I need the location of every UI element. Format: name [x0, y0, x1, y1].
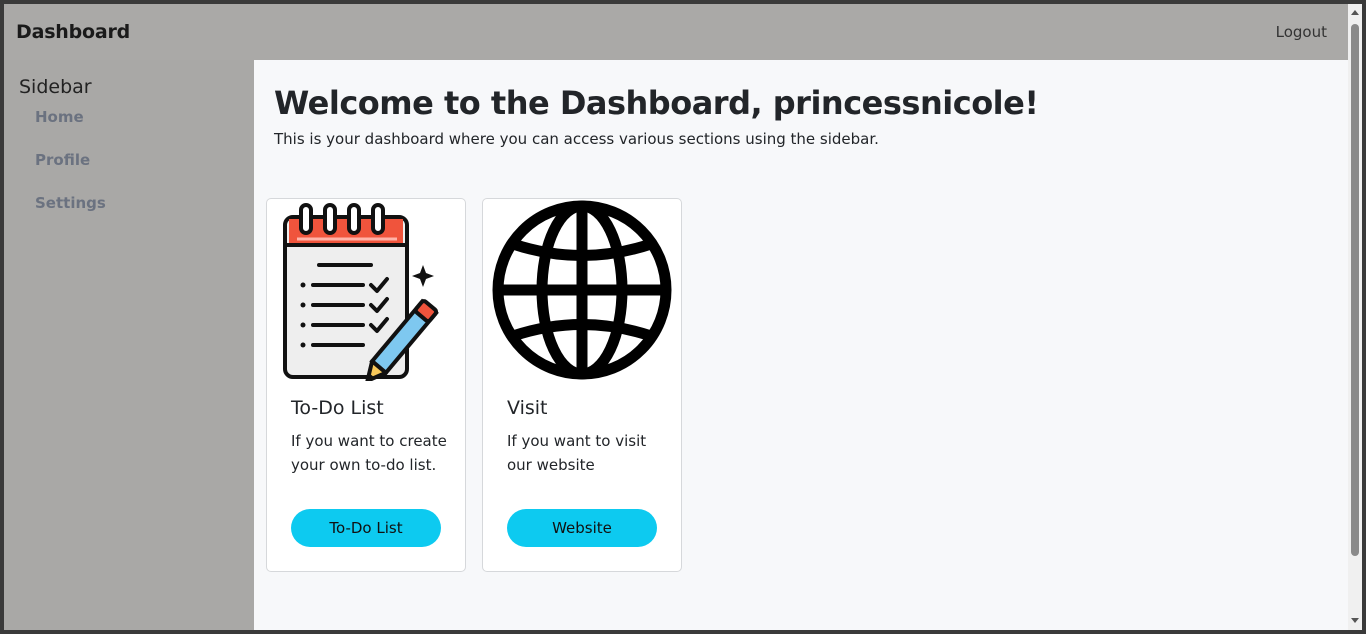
- sidebar-title: Sidebar: [19, 76, 92, 98]
- visit-card-title: Visit: [507, 397, 548, 419]
- todo-card-title: To-Do List: [291, 397, 384, 419]
- visit-card: Visit If you want to visit our website W…: [482, 198, 682, 572]
- todo-card-text: If you want to create your own to-do lis…: [291, 432, 447, 474]
- app-window: Dashboard Logout Sidebar Home Profile Se…: [4, 4, 1362, 630]
- sidebar-item-home[interactable]: Home: [19, 104, 239, 147]
- logout-link[interactable]: Logout: [1276, 23, 1327, 41]
- todo-list-button[interactable]: To-Do List: [291, 509, 441, 547]
- main-content: Welcome to the Dashboard, princessnicole…: [254, 60, 1348, 630]
- scroll-up-arrow-icon[interactable]: [1351, 10, 1359, 15]
- globe-icon: [492, 200, 672, 380]
- scroll-down-arrow-icon[interactable]: [1351, 618, 1359, 623]
- page-subtitle: This is your dashboard where you can acc…: [274, 130, 879, 148]
- navbar: Dashboard Logout: [4, 4, 1348, 60]
- sidebar-item-profile[interactable]: Profile: [19, 147, 239, 190]
- visit-card-text: If you want to visit our website: [507, 432, 647, 474]
- scroll-thumb[interactable]: [1351, 24, 1359, 556]
- page-title: Welcome to the Dashboard, princessnicole…: [274, 84, 1039, 122]
- todo-notepad-icon: [283, 203, 439, 381]
- vertical-scrollbar[interactable]: [1348, 4, 1362, 630]
- sidebar-item-settings[interactable]: Settings: [19, 190, 239, 233]
- todo-card: To-Do List If you want to create your ow…: [266, 198, 466, 572]
- website-button[interactable]: Website: [507, 509, 657, 547]
- brand-title[interactable]: Dashboard: [16, 21, 130, 43]
- sidebar: Sidebar Home Profile Settings: [4, 60, 254, 630]
